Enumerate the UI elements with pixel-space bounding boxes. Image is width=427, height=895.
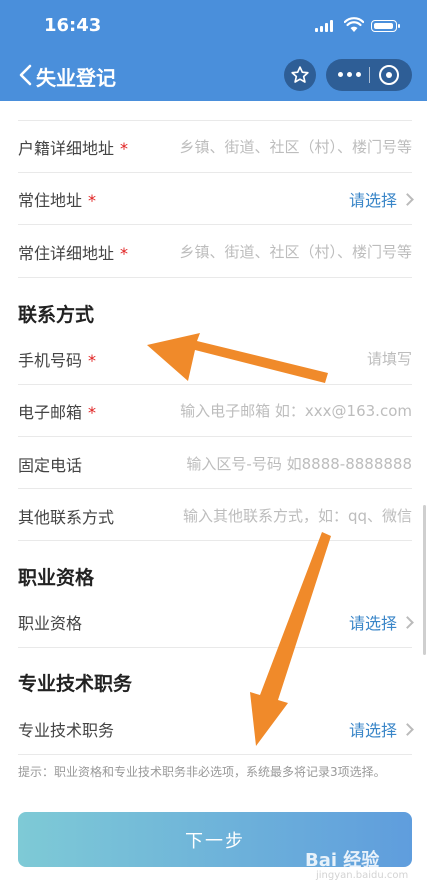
signal-icon — [315, 20, 333, 32]
phone-input[interactable]: 请填写 — [367, 348, 412, 369]
select-text: 请选择 — [348, 191, 397, 210]
required-mark: * — [120, 244, 129, 263]
required-mark: * — [88, 403, 97, 422]
status-time: 16:43 — [44, 15, 102, 36]
row-residence-detail[interactable]: 常住详细地址 * 乡镇、街道、社区（村）、楼门号等 — [18, 224, 412, 278]
technical-heading: 专业技术职务 — [18, 673, 133, 695]
chevron-right-icon — [401, 722, 414, 736]
row-label: 手机号码 * — [18, 347, 96, 371]
landline-label: 固定电话 — [18, 456, 83, 475]
phone-label: 手机号码 — [18, 351, 83, 370]
scrollbar[interactable] — [423, 505, 426, 655]
row-label: 户籍详细地址 * — [18, 135, 128, 159]
email-label: 电子邮箱 — [18, 403, 83, 422]
row-landline[interactable]: 固定电话 输入区号-号码 如8888-8888888 — [18, 436, 412, 489]
header-bar: 16:43 失业登记 — [0, 0, 427, 101]
close-circle-icon[interactable] — [379, 65, 399, 85]
chevron-right-icon — [401, 192, 414, 206]
technical-select[interactable]: 请选择 — [348, 717, 414, 741]
row-label: 电子邮箱 * — [18, 399, 96, 423]
required-mark: * — [88, 351, 97, 370]
star-icon — [291, 66, 309, 83]
contact-heading: 联系方式 — [18, 304, 95, 326]
hint-text: 提示：职业资格和专业技术职务非必选项，系统最多将记录3项选择。 — [18, 765, 386, 779]
required-mark: * — [120, 139, 129, 158]
select-text: 请选择 — [348, 721, 397, 740]
nav-bar: 失业登记 — [0, 50, 427, 101]
email-input[interactable]: 输入电子邮箱 如：xxx@163.com — [180, 400, 412, 421]
watermark-brand: Bai 经验 — [305, 850, 380, 871]
landline-input[interactable]: 输入区号-号码 如8888-8888888 — [186, 453, 412, 474]
row-residence-address[interactable]: 常住地址 * 请选择 — [18, 172, 414, 225]
qualification-label: 职业资格 — [18, 614, 83, 633]
wifi-icon — [344, 17, 364, 32]
row-label: 常住详细地址 * — [18, 240, 128, 264]
qualification-select[interactable]: 请选择 — [348, 610, 414, 634]
row-label: 常住地址 * — [18, 187, 96, 211]
residence-address-select[interactable]: 请选择 — [348, 187, 414, 211]
household-address-input[interactable]: 乡镇、街道、社区（村）、楼门号等 — [179, 136, 412, 157]
required-mark: * — [88, 191, 97, 210]
status-bar: 16:43 — [0, 0, 427, 50]
page-title: 失业登记 — [36, 66, 116, 90]
row-email[interactable]: 电子邮箱 * 输入电子邮箱 如：xxx@163.com — [18, 384, 412, 437]
row-partial — [18, 101, 412, 121]
watermark-url: jingyan.baidu.com — [316, 870, 409, 881]
other-contact-label: 其他联系方式 — [18, 508, 115, 527]
capsule-divider — [369, 67, 370, 83]
row-technical[interactable]: 专业技术职务 请选择 — [18, 701, 414, 755]
battery-icon — [371, 20, 400, 32]
chevron-right-icon — [401, 615, 414, 629]
technical-label: 专业技术职务 — [18, 721, 115, 740]
residence-detail-input[interactable]: 乡镇、街道、社区（村）、楼门号等 — [179, 241, 412, 262]
mini-program-capsule — [326, 59, 412, 91]
household-address-label: 户籍详细地址 — [18, 139, 115, 158]
favorite-button[interactable] — [284, 59, 316, 91]
row-other-contact[interactable]: 其他联系方式 输入其他联系方式，如：qq、微信 — [18, 488, 412, 541]
select-text: 请选择 — [348, 614, 397, 633]
residence-address-label: 常住地址 — [18, 191, 83, 210]
row-household-address[interactable]: 户籍详细地址 * 乡镇、街道、社区（村）、楼门号等 — [18, 120, 412, 173]
row-phone[interactable]: 手机号码 * 请填写 — [18, 331, 412, 385]
residence-detail-label: 常住详细地址 — [18, 244, 115, 263]
watermark-logo: Bai 经验 — [305, 846, 379, 872]
back-icon[interactable] — [16, 63, 36, 87]
qualification-heading: 职业资格 — [18, 567, 95, 589]
more-icon[interactable] — [338, 72, 361, 77]
other-contact-input[interactable]: 输入其他联系方式，如：qq、微信 — [183, 505, 412, 526]
row-qualification[interactable]: 职业资格 请选择 — [18, 594, 414, 648]
